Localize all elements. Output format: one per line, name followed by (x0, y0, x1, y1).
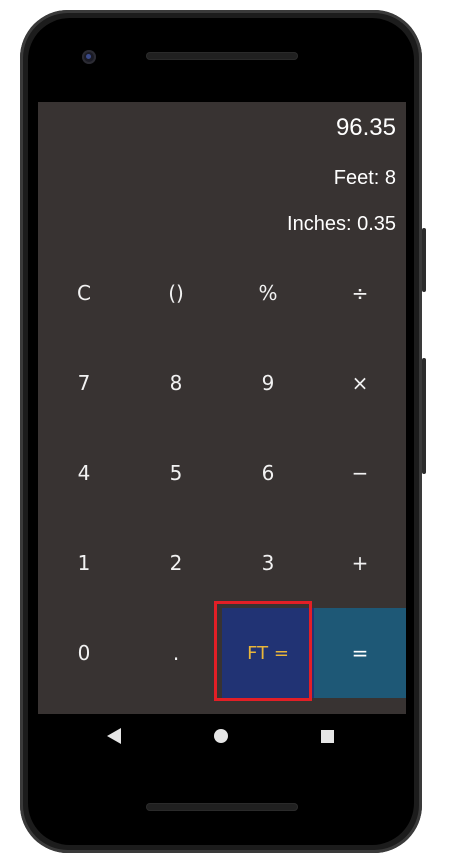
digit-8-button[interactable]: 8 (130, 338, 222, 428)
digit-1-button[interactable]: 1 (38, 518, 130, 608)
digit-2-button[interactable]: 2 (130, 518, 222, 608)
decimal-point-button[interactable]: . (130, 608, 222, 698)
digit-5-button[interactable]: 5 (130, 428, 222, 518)
percent-button[interactable]: % (222, 248, 314, 338)
android-navigation-bar (38, 714, 406, 758)
digit-7-button[interactable]: 7 (38, 338, 130, 428)
front-camera-icon (82, 50, 96, 64)
volume-button (422, 358, 426, 474)
feet-equals-button[interactable]: FT = (222, 608, 314, 698)
top-speaker (146, 52, 298, 60)
recents-square-icon[interactable] (317, 726, 337, 746)
equals-button[interactable]: = (314, 608, 406, 698)
digit-4-button[interactable]: 4 (38, 428, 130, 518)
digit-0-button[interactable]: 0 (38, 608, 130, 698)
result-display: 96.35 (335, 114, 396, 141)
feet-display: Feet: 8 (333, 167, 396, 189)
keypad: C () % ÷ 7 8 9 × 4 5 6 − 1 2 3 + 0 . FT … (38, 248, 406, 698)
back-triangle-icon[interactable] (104, 726, 124, 746)
plus-button[interactable]: + (314, 518, 406, 608)
clear-button[interactable]: C (38, 248, 130, 338)
multiply-button[interactable]: × (314, 338, 406, 428)
home-circle-icon[interactable] (211, 726, 231, 746)
inches-display: Inches: 0.35 (287, 213, 396, 235)
digit-9-button[interactable]: 9 (222, 338, 314, 428)
power-button (422, 228, 426, 292)
bottom-speaker (146, 803, 298, 811)
parentheses-button[interactable]: () (130, 248, 222, 338)
divide-button[interactable]: ÷ (314, 248, 406, 338)
minus-button[interactable]: − (314, 428, 406, 518)
digit-3-button[interactable]: 3 (222, 518, 314, 608)
calculator-screen: 96.35 Feet: 8 Inches: 0.35 C () % ÷ 7 8 … (38, 102, 406, 714)
digit-6-button[interactable]: 6 (222, 428, 314, 518)
